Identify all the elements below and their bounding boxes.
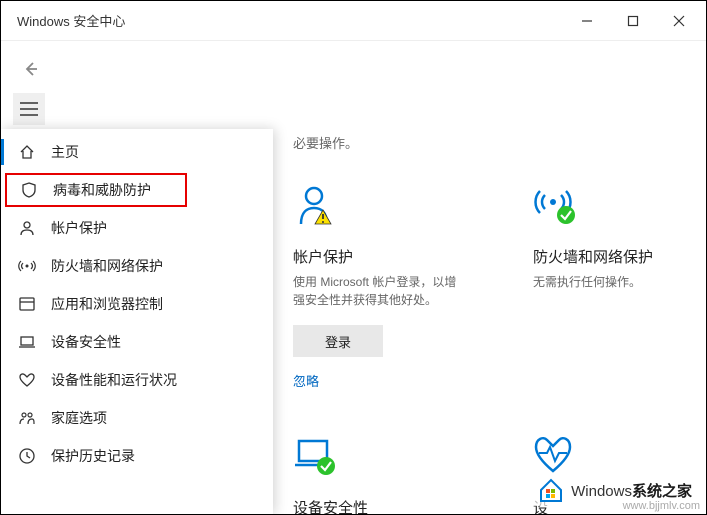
signal-icon xyxy=(17,256,37,276)
sidebar-item-label: 防火墙和网络保护 xyxy=(51,256,163,276)
sidebar-item-device-security[interactable]: 设备安全性 xyxy=(1,323,273,361)
sidebar-item-app-browser[interactable]: 应用和浏览器控制 xyxy=(1,285,273,323)
sidebar-item-home[interactable]: 主页 xyxy=(1,133,273,171)
card-firewall[interactable]: 防火墙和网络保护 无需执行任何操作。 xyxy=(533,180,703,391)
window-controls xyxy=(564,5,702,37)
sidebar-item-label: 设备安全性 xyxy=(51,332,121,352)
card-device-security[interactable]: 设备安全性 xyxy=(293,431,463,514)
laptop-check-icon xyxy=(293,431,463,479)
titlebar: Windows 安全中心 xyxy=(1,1,706,41)
person-icon xyxy=(17,218,37,238)
family-icon xyxy=(17,408,37,428)
history-icon xyxy=(17,446,37,466)
minimize-button[interactable] xyxy=(564,5,610,37)
sidebar-item-family[interactable]: 家庭选项 xyxy=(1,399,273,437)
home-icon xyxy=(17,142,37,162)
status-hint: 必要操作。 xyxy=(293,133,706,152)
watermark-brand: Windows系统之家 xyxy=(571,480,692,501)
sidebar: 主页 病毒和威胁防护 帐户保护 防火墙和网络保护 xyxy=(1,129,273,514)
person-warning-icon xyxy=(293,180,463,228)
close-button[interactable] xyxy=(656,5,702,37)
hamburger-row xyxy=(1,89,706,129)
card-desc: 使用 Microsoft 帐户登录，以增强安全性并获得其他好处。 xyxy=(293,273,463,309)
card-desc: 无需执行任何操作。 xyxy=(533,273,703,309)
watermark-url: www.bjjmlv.com xyxy=(623,500,700,512)
maximize-button[interactable] xyxy=(610,5,656,37)
heart-icon xyxy=(17,370,37,390)
house-icon xyxy=(537,476,565,504)
hamburger-button[interactable] xyxy=(13,93,45,125)
card-title: 帐户保护 xyxy=(293,246,463,267)
main-content: 必要操作。 帐户保护 使用 Microsoft 帐户登录，以增强安全性并获得其他… xyxy=(273,129,706,514)
back-button[interactable] xyxy=(19,57,43,81)
sidebar-item-label: 设备性能和运行状况 xyxy=(51,370,177,390)
sidebar-item-performance[interactable]: 设备性能和运行状况 xyxy=(1,361,273,399)
sidebar-item-history[interactable]: 保护历史记录 xyxy=(1,437,273,475)
heart-pulse-icon xyxy=(533,431,703,479)
card-title: 设备安全性 xyxy=(293,497,463,514)
login-button[interactable]: 登录 xyxy=(293,325,383,357)
sidebar-item-label: 主页 xyxy=(51,142,79,162)
sidebar-item-firewall[interactable]: 防火墙和网络保护 xyxy=(1,247,273,285)
sidebar-item-label: 家庭选项 xyxy=(51,408,107,428)
sidebar-item-label: 帐户保护 xyxy=(51,218,107,238)
shield-icon xyxy=(19,180,39,200)
back-row xyxy=(1,49,706,89)
app-icon xyxy=(17,294,37,314)
signal-check-icon xyxy=(533,180,703,228)
card-title: 防火墙和网络保护 xyxy=(533,246,703,267)
security-cards: 帐户保护 使用 Microsoft 帐户登录，以增强安全性并获得其他好处。 登录… xyxy=(293,180,706,514)
sidebar-item-virus[interactable]: 病毒和威胁防护 xyxy=(5,173,187,207)
sidebar-item-label: 病毒和威胁防护 xyxy=(53,180,151,200)
laptop-icon xyxy=(17,332,37,352)
card-account-protection[interactable]: 帐户保护 使用 Microsoft 帐户登录，以增强安全性并获得其他好处。 登录… xyxy=(293,180,463,391)
window-title: Windows 安全中心 xyxy=(13,11,564,30)
dismiss-link[interactable]: 忽略 xyxy=(293,374,319,389)
sidebar-item-label: 保护历史记录 xyxy=(51,446,135,466)
sidebar-item-account[interactable]: 帐户保护 xyxy=(1,209,273,247)
sidebar-item-label: 应用和浏览器控制 xyxy=(51,294,163,314)
